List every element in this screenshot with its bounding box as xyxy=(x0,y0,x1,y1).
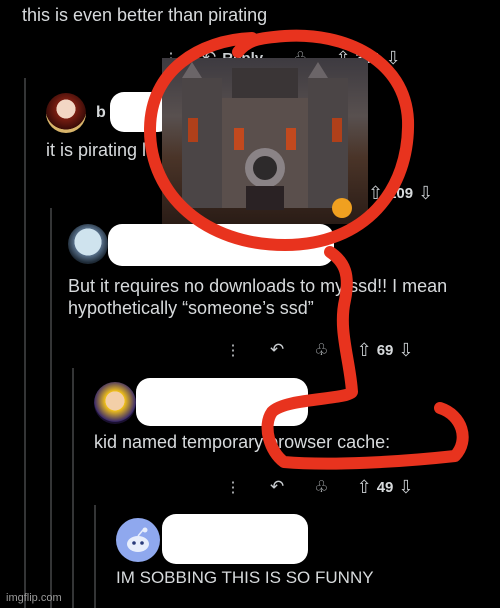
more-options-icon[interactable]: ⋮ xyxy=(222,478,244,496)
thread-line-4 xyxy=(94,505,96,608)
thread-line-3 xyxy=(72,368,74,608)
comment-2-actions: ⇧ 109 ⇩ xyxy=(368,180,433,206)
username-redaction xyxy=(108,224,334,266)
avatar[interactable] xyxy=(68,224,108,264)
comment-5-text: IM SOBBING THIS IS SO FUNNY xyxy=(116,568,374,587)
castle-illustration xyxy=(182,62,352,218)
reply-arrow-icon[interactable]: ↶ xyxy=(270,477,284,497)
username-redaction xyxy=(136,378,308,426)
downvote-arrow-icon[interactable]: ⇩ xyxy=(398,477,413,498)
downvote-arrow-icon[interactable]: ⇩ xyxy=(418,183,433,204)
avatar[interactable] xyxy=(94,382,136,424)
snoo-avatar-icon xyxy=(127,527,149,552)
castle-image xyxy=(162,58,368,224)
upvote-arrow-icon[interactable]: ⇧ xyxy=(368,183,383,204)
username-partial[interactable]: b xyxy=(96,104,106,122)
upvote-arrow-icon[interactable]: ⇧ xyxy=(357,477,372,498)
downvote-arrow-icon[interactable]: ⇩ xyxy=(386,48,401,69)
thread-line-2 xyxy=(50,208,52,608)
comment-2-text: it is pirating lr xyxy=(46,140,153,160)
reply-arrow-icon[interactable]: ↶ xyxy=(270,340,284,360)
downvote-arrow-icon[interactable]: ⇩ xyxy=(398,340,413,361)
avatar[interactable] xyxy=(46,93,86,133)
vote-count: 69 xyxy=(376,341,394,359)
thread-line-1 xyxy=(24,78,26,608)
comment-1-text: this is even better than pirating xyxy=(22,5,268,25)
vote-count: 109 xyxy=(388,184,414,202)
comment-3-text-line2: hypothetically “someone’s ssd” xyxy=(68,298,314,318)
comment-3-actions: ⋮ ↶ ♧ ⇧ 69 ⇩ xyxy=(222,337,414,363)
award-icon[interactable]: ♧ xyxy=(314,340,328,360)
vote-count: 49 xyxy=(376,478,394,496)
more-options-icon[interactable]: ⋮ xyxy=(222,341,244,359)
watermark: imgflip.com xyxy=(6,592,62,604)
upvote-arrow-icon[interactable]: ⇧ xyxy=(357,340,372,361)
comment-4-actions: ⋮ ↶ ♧ ⇧ 49 ⇩ xyxy=(222,474,414,500)
username-redaction xyxy=(162,514,308,564)
comment-4-text: kid named temporary browser cache: xyxy=(94,432,391,452)
comment-3-text-line1: But it requires no downloads to my ssd!!… xyxy=(68,276,448,296)
avatar[interactable] xyxy=(116,518,160,562)
award-icon[interactable]: ♧ xyxy=(314,477,328,497)
